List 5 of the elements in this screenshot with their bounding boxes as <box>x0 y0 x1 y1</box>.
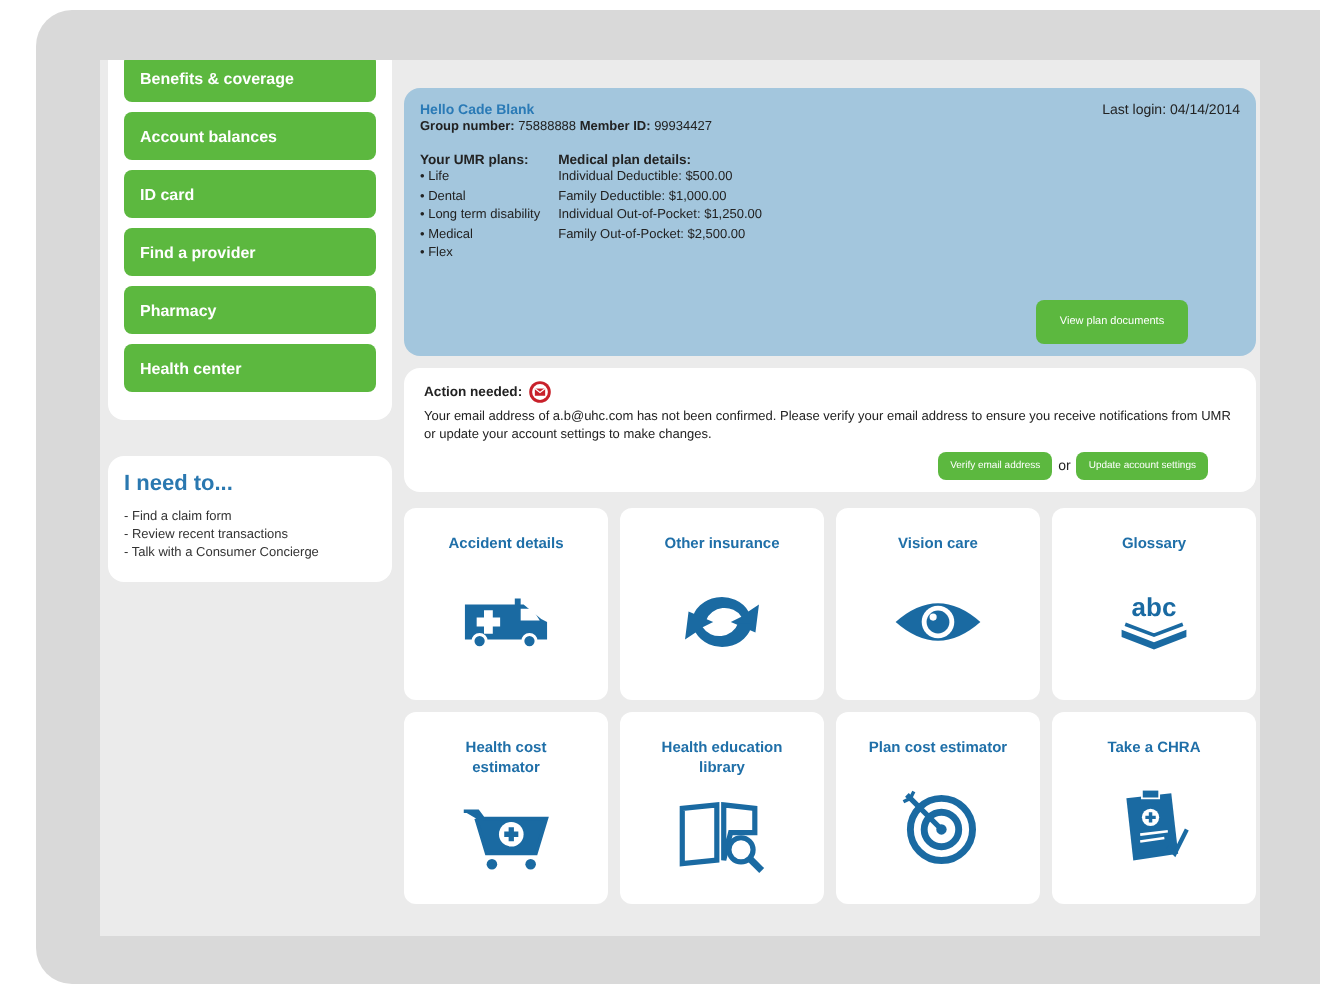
book-magnifier-icon <box>678 797 766 873</box>
open-book-icon <box>1118 621 1190 649</box>
i-need-to-title: I need to... <box>124 472 235 496</box>
envelope-icon <box>528 380 553 404</box>
abc-text: abc <box>1131 593 1177 619</box>
